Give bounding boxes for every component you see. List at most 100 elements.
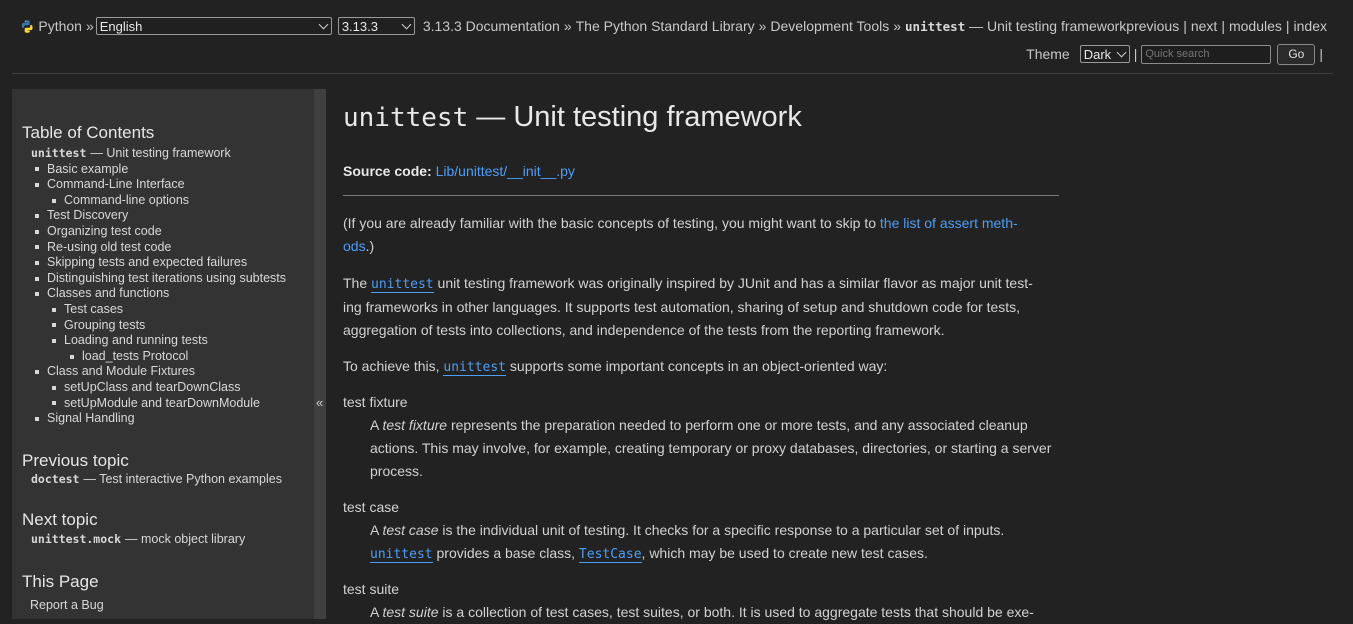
toc-item[interactable]: load_tests Protocol (31, 349, 311, 365)
toc-item[interactable]: Test cases (31, 302, 311, 318)
bullet-icon (35, 416, 39, 421)
unittest-module-link[interactable]: unittest (443, 360, 507, 376)
page-title-text: — Unit testing framework (476, 101, 802, 133)
next-topic-module: unittest.mock (31, 532, 122, 546)
table-of-contents: unittest — Unit testing framework Basic ex… (31, 146, 311, 427)
next-topic-link[interactable]: unittest.mock — mock object library (31, 532, 245, 546)
toc-item[interactable]: setUpClass and tearDownClass (31, 380, 311, 396)
toc-item-label: Skipping tests and expected failures (47, 255, 248, 270)
toc-item[interactable]: Command-Line Interface (31, 177, 311, 193)
toc-item[interactable]: Classes and functions (31, 286, 311, 302)
sidebar: Table of Contents unittest — Unit testing… (12, 89, 314, 619)
bullet-icon (35, 292, 39, 297)
source-code-line: Source code: Lib/unittest/__init__.py (343, 160, 1059, 183)
previous-topic-heading: Previous topic (22, 451, 129, 470)
toc-item-label: setUpModule and tearDownModule (64, 395, 260, 410)
bullet-icon (52, 338, 56, 343)
toc-item[interactable]: Grouping tests (31, 318, 311, 334)
definition-text: A (370, 604, 383, 620)
bullet-icon (52, 401, 56, 406)
unittest-module-link[interactable]: unittest (370, 547, 433, 563)
theme-select-value: Dark (1083, 46, 1112, 62)
breadcrumb-stdlib-link[interactable]: The Python Standard Library (576, 18, 755, 34)
toc-item-label: Grouping tests (64, 317, 146, 332)
bullet-icon (52, 385, 56, 390)
overview-text: ing frameworks in other languages. It su… (343, 299, 1021, 315)
top-navigation-bar: Python » English 3.13.3 3.13.3 Documenta… (0, 0, 1353, 74)
breadcrumb-separator: » (563, 18, 572, 34)
toc-item-label: Command-line options (64, 192, 190, 207)
bullet-icon (35, 182, 39, 187)
nav-divider: | (1221, 18, 1225, 34)
term-test-fixture: test fixture (343, 394, 408, 410)
toc-item-label: Test cases (64, 301, 124, 316)
bullet-icon (70, 354, 74, 359)
concepts-text: To achieve this, (343, 358, 444, 374)
page-title-module: unittest (343, 103, 469, 133)
assert-methods-link-part-2: ods (343, 238, 366, 254)
bullet-icon (35, 167, 39, 172)
definition-test-fixture: A test fixture represents the preparatio… (370, 414, 1060, 483)
index-link[interactable]: index (1294, 18, 1327, 34)
python-home-link[interactable]: Python (38, 18, 82, 34)
previous-topic-link[interactable]: doctest — Test interactive Python example… (31, 472, 282, 486)
toc-item[interactable]: Distinguishing test iterations using sub… (31, 271, 311, 287)
toc-item-label: Distinguishing test iterations using sub… (47, 270, 287, 285)
version-select[interactable]: 3.13.3 (337, 17, 415, 35)
quick-search-input[interactable] (1141, 44, 1272, 64)
definition-text: provides a base class, (432, 545, 579, 561)
toc-item[interactable]: setUpModule and tearDownModule (31, 396, 311, 412)
search-row: Theme Dark | Go | (1026, 43, 1327, 65)
definition-test-suite: A test suite is a collection of test cas… (370, 601, 1060, 624)
intro-text-end: .) (365, 238, 375, 254)
toc-item[interactable]: Test Discovery (31, 208, 311, 224)
report-bug-link[interactable]: Report a Bug (30, 598, 104, 612)
toc-item-label: Basic example (47, 161, 129, 176)
toc-heading: Table of Contents (22, 123, 155, 142)
toc-item[interactable]: Class and Module Fixtures (31, 364, 311, 380)
collapse-chevron-icon: « (316, 395, 324, 410)
unittest-module-link[interactable]: unittest (371, 277, 434, 293)
toc-item[interactable]: Re-using old test code (31, 240, 311, 256)
bullet-icon (52, 198, 56, 203)
breadcrumb-devtools-link[interactable]: Development Tools (770, 18, 889, 34)
source-code-link[interactable]: Lib/unittest/__init__.py (436, 163, 575, 179)
bullet-icon (35, 245, 39, 250)
breadcrumb-current-title: — Unit testing framework (969, 18, 1127, 34)
python-logo-icon (21, 19, 33, 33)
term-test-suite: test suite (343, 581, 400, 597)
chevron-down-icon (401, 19, 412, 29)
this-page-heading: This Page (22, 572, 99, 591)
testcase-class-link[interactable]: TestCase (578, 547, 642, 563)
language-select[interactable]: English (95, 17, 332, 35)
source-code-label: Source code: (343, 163, 432, 179)
bullet-icon (35, 370, 39, 375)
toc-item[interactable]: unittest — Unit testing framework (31, 146, 311, 162)
toc-item[interactable]: Skipping tests and expected failures (31, 255, 311, 271)
toc-item[interactable]: Signal Handling (31, 411, 311, 427)
next-link[interactable]: next (1191, 18, 1217, 34)
bullet-icon (52, 307, 56, 312)
overview-text: The (343, 275, 372, 291)
bullet-icon (35, 214, 39, 219)
breadcrumb-docs-link[interactable]: 3.13.3 Documentation (423, 18, 560, 34)
toc-item[interactable]: Basic example (31, 162, 311, 178)
overview-text: aggregation of tests into collections, a… (343, 322, 945, 338)
toc-item-label: Test Discovery (47, 208, 129, 223)
toc-item[interactable]: Loading and running tests (31, 333, 311, 349)
bullet-icon (35, 260, 39, 265)
related-navigation: previous | next | modules | index (1126, 18, 1327, 34)
theme-select[interactable]: Dark (1079, 45, 1130, 63)
term-test-case: test case (343, 499, 400, 515)
definition-emphasis: test fixture (382, 417, 448, 433)
intro-paragraph: (If you are already familiar with the ba… (343, 212, 1059, 258)
search-go-button[interactable]: Go (1277, 43, 1316, 65)
previous-link[interactable]: previous (1126, 18, 1179, 34)
modules-link[interactable]: modules (1229, 18, 1282, 34)
breadcrumb-current-module: unittest (905, 19, 966, 34)
sidebar-collapse-button[interactable]: « (314, 89, 326, 619)
toc-item[interactable]: Organizing test code (31, 224, 311, 240)
breadcrumb-separator: » (893, 18, 902, 34)
toc-item[interactable]: Command-line options (31, 193, 311, 209)
toc-item-label: Classes and functions (47, 286, 170, 301)
